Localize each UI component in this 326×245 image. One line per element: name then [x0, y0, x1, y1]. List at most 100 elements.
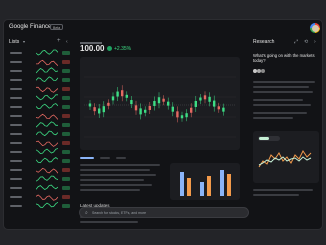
- tab-active[interactable]: [80, 157, 94, 159]
- watchlist-row[interactable]: [8, 121, 72, 129]
- sparkline: [36, 157, 58, 164]
- news-item[interactable]: [80, 221, 138, 223]
- change-badge: [62, 96, 70, 100]
- watchlist-row[interactable]: [8, 202, 72, 210]
- answer-line: [253, 194, 299, 196]
- sparkline: [36, 184, 58, 190]
- candle-body: [116, 91, 119, 97]
- candle-body: [194, 100, 197, 107]
- watchlist-row[interactable]: [8, 58, 72, 66]
- watchlist-row[interactable]: [8, 175, 72, 183]
- answer-line: [253, 99, 303, 101]
- arrow-up-icon: [107, 46, 112, 51]
- sparkline: [36, 49, 58, 56]
- answer-line: [253, 104, 311, 106]
- change-badge: [62, 87, 70, 91]
- sparkline: [36, 94, 58, 101]
- watchlist-row[interactable]: [8, 148, 72, 156]
- avatar[interactable]: [310, 23, 320, 33]
- candle-body: [93, 107, 96, 112]
- candle-body: [153, 100, 156, 106]
- watchlist-row[interactable]: [8, 184, 72, 192]
- app-window: Google Finance Beta Lists ▾ + ‹ 100.00 +…: [3, 19, 323, 230]
- ticker-name: [10, 106, 22, 108]
- answer-line: [253, 81, 315, 83]
- watchlist-row[interactable]: [8, 76, 72, 84]
- watchlist-row[interactable]: [8, 85, 72, 93]
- candle-body: [111, 96, 115, 101]
- sparkline: [36, 175, 58, 182]
- chevron-down-icon[interactable]: ▾: [23, 39, 25, 44]
- watchlist-row[interactable]: [8, 130, 72, 138]
- ticker-name: [10, 187, 22, 189]
- search-bar[interactable]: ⌕ Search for stocks, ETFs, and more: [79, 207, 249, 218]
- collapse-icon[interactable]: ›: [314, 39, 316, 45]
- ticker-name: [10, 97, 22, 99]
- sparkline: [36, 140, 58, 147]
- bar: [220, 170, 224, 196]
- history-icon[interactable]: ⟲: [304, 39, 308, 45]
- watchlist-row[interactable]: [8, 67, 72, 75]
- candlestick-chart[interactable]: [80, 57, 240, 150]
- change-badge: [62, 105, 70, 109]
- candle-body: [176, 111, 179, 118]
- change-badge: [62, 168, 70, 172]
- watchlist-row[interactable]: [8, 94, 72, 102]
- ticker-name: [10, 178, 22, 180]
- watchlist-row[interactable]: [8, 166, 72, 174]
- sparkline: [36, 113, 58, 120]
- ticker-name: [10, 151, 22, 153]
- ticker-name: [10, 79, 22, 81]
- watchlist-row[interactable]: [8, 103, 72, 111]
- tab[interactable]: [100, 157, 110, 159]
- sparkline: [36, 167, 58, 174]
- candle-body: [217, 106, 220, 110]
- candle-body: [107, 102, 110, 106]
- chart-tabs: [80, 157, 240, 160]
- watchlist-row[interactable]: [8, 193, 72, 201]
- watchlist-row[interactable]: [8, 139, 72, 147]
- bar-chart[interactable]: [170, 163, 240, 200]
- sparkline: [36, 76, 58, 82]
- candle-body: [98, 108, 101, 114]
- lists-title[interactable]: Lists: [9, 39, 19, 45]
- watchlist-row[interactable]: [8, 112, 72, 120]
- candle-body: [199, 97, 202, 101]
- change-badge: [62, 132, 70, 136]
- ticker-name: [10, 88, 22, 90]
- watchlist-row[interactable]: [8, 49, 72, 57]
- comparison-card[interactable]: [253, 131, 319, 183]
- price: 100.00: [80, 44, 105, 53]
- search-icon: ⌕: [85, 210, 88, 216]
- collapse-sidebar-icon[interactable]: ‹: [66, 39, 68, 45]
- watchlist-row[interactable]: [8, 157, 72, 165]
- candle-body: [171, 106, 174, 112]
- key-stats: [80, 164, 168, 194]
- bar: [227, 174, 231, 196]
- ticker-name: [10, 70, 22, 72]
- change-badge: [62, 51, 70, 55]
- add-list-icon[interactable]: +: [57, 38, 61, 44]
- tab[interactable]: [116, 157, 126, 159]
- candle-body: [102, 106, 105, 113]
- change-badge: [62, 159, 70, 163]
- sparkline: [36, 103, 58, 110]
- candle-body: [213, 100, 216, 107]
- change-badge: [62, 123, 70, 127]
- share-icon[interactable]: ⤢: [294, 39, 298, 45]
- research-panel: Research ⤢ ⟲ › What's going on with the …: [249, 37, 322, 229]
- change-badge: [62, 141, 70, 145]
- comparison-chart: [258, 150, 312, 168]
- search-input[interactable]: Search for stocks, ETFs, and more: [92, 211, 146, 215]
- app-title: Google Finance: [9, 24, 52, 30]
- answer-line: [253, 91, 313, 93]
- candle-body: [208, 96, 211, 102]
- research-title: Research: [253, 39, 275, 45]
- top-bar: Google Finance Beta: [4, 20, 322, 37]
- change-badge: [62, 195, 70, 199]
- ticker-name: [10, 124, 22, 126]
- candle-body: [157, 97, 161, 104]
- ticker-name: [10, 133, 22, 135]
- change-badge: [62, 150, 70, 154]
- candle-body: [144, 109, 147, 113]
